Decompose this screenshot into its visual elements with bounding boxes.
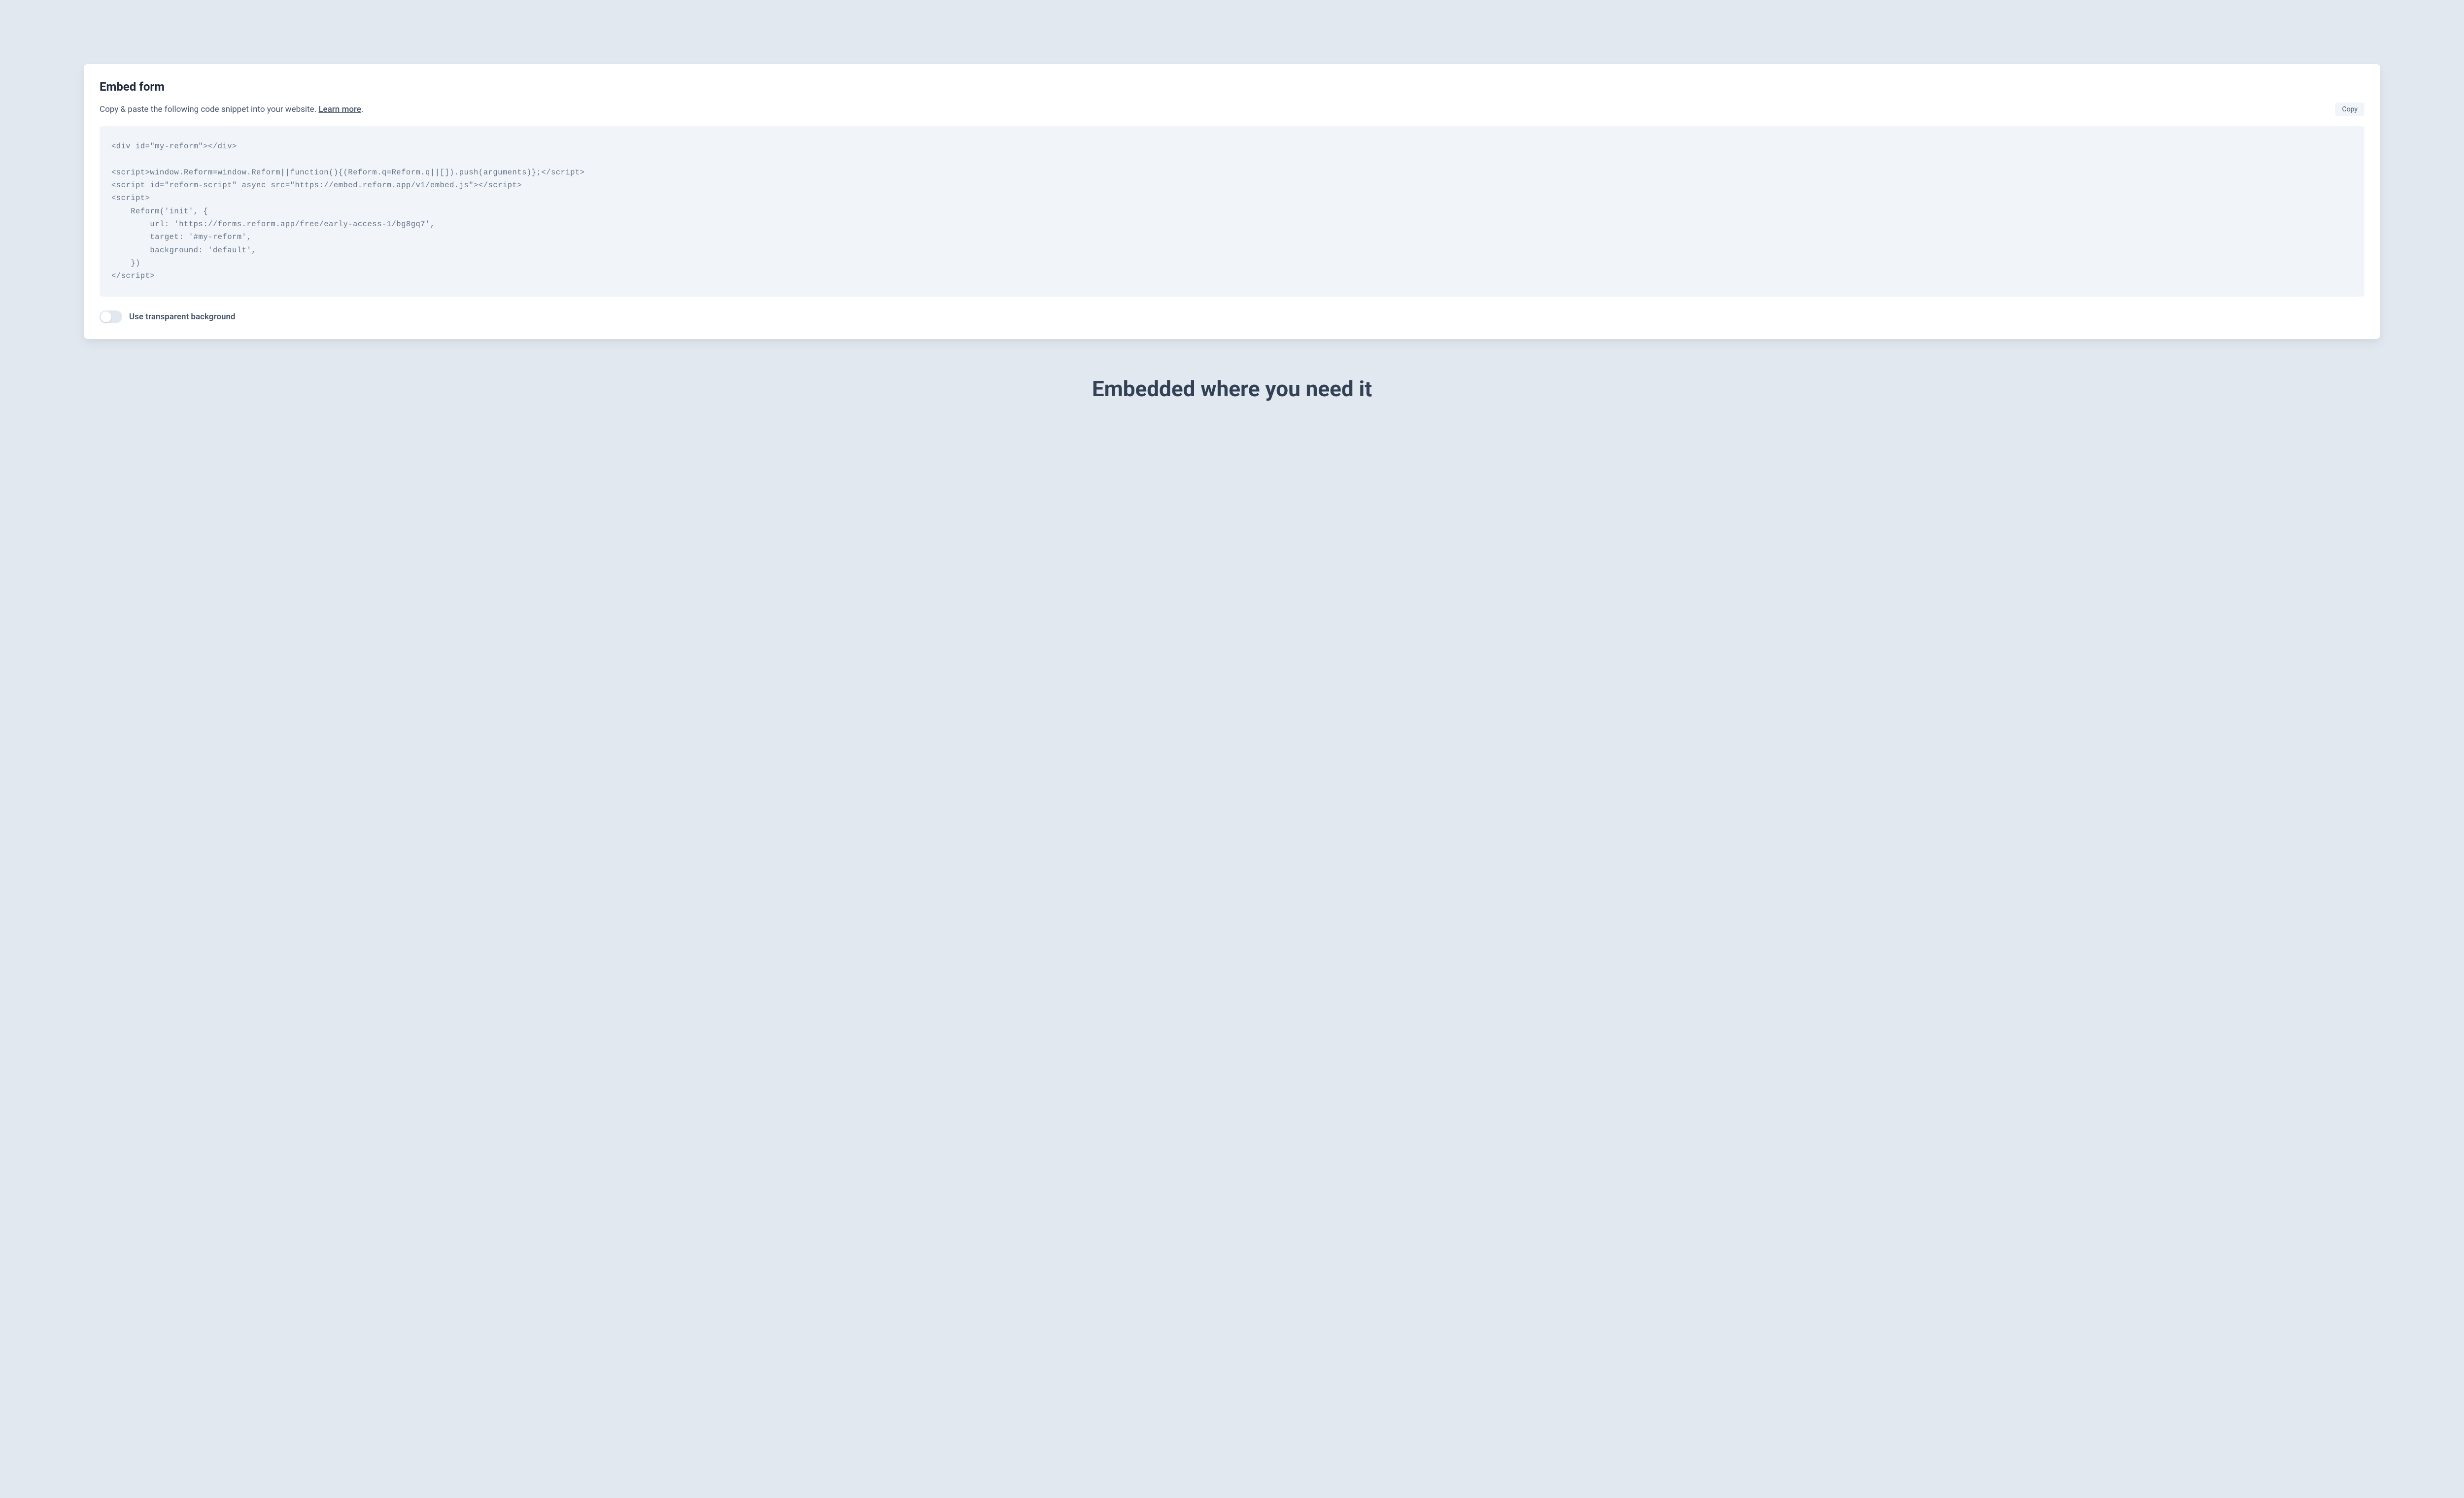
code-snippet: <div id="my-reform"></div> <script>windo… [100, 126, 2364, 297]
embed-form-card: Embed form Copy & paste the following co… [84, 64, 2380, 339]
card-title: Embed form [100, 80, 2364, 94]
learn-more-link[interactable]: Learn more [318, 104, 361, 114]
description-row: Copy & paste the following code snippet … [100, 102, 2364, 116]
toggle-row: Use transparent background [100, 310, 2364, 323]
description-prefix: Copy & paste the following code snippet … [100, 104, 318, 114]
toggle-label: Use transparent background [129, 312, 236, 322]
copy-button[interactable]: Copy [2335, 102, 2364, 116]
transparent-background-toggle[interactable] [100, 310, 122, 323]
page-headline: Embedded where you need it [84, 376, 2380, 402]
toggle-knob [101, 311, 111, 322]
description-suffix: . [361, 104, 363, 114]
description-text: Copy & paste the following code snippet … [100, 104, 363, 114]
